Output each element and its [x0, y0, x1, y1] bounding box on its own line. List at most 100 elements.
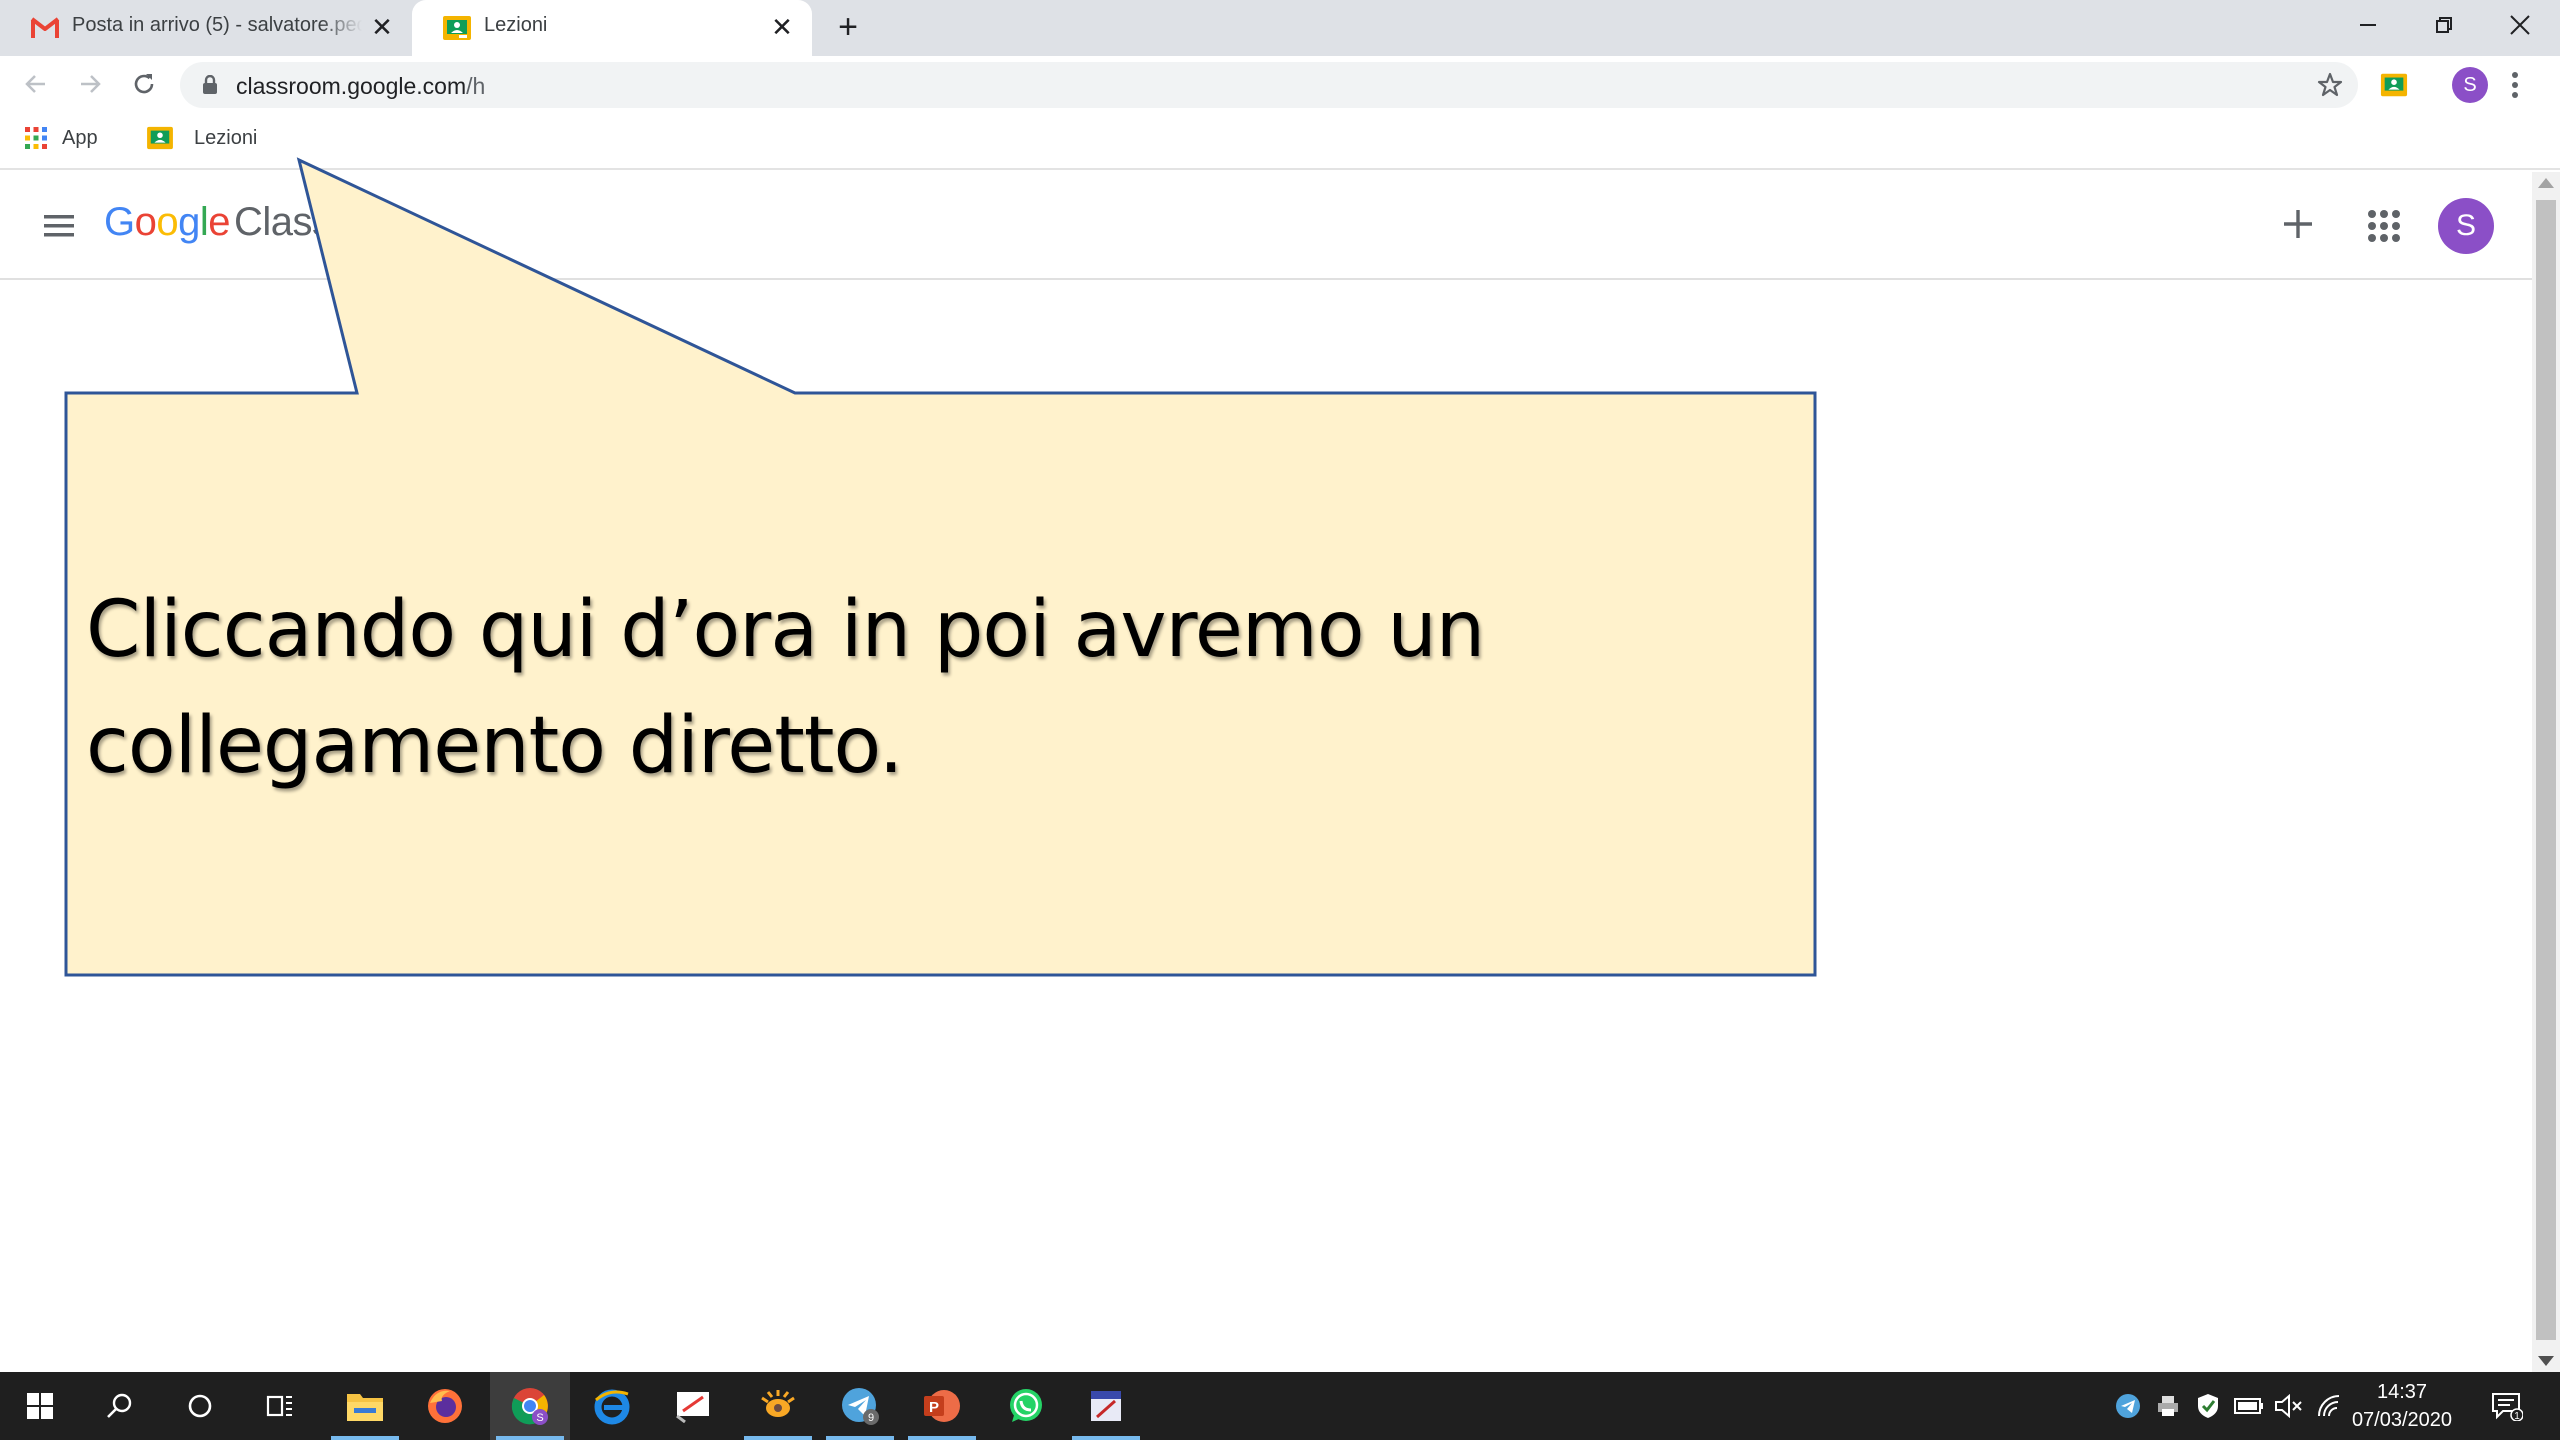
tab-gmail[interactable]: Posta in arrivo (5) - salvatore.pecoraro… [0, 0, 412, 56]
tray-volume[interactable] [2272, 1372, 2306, 1440]
arrow-left-icon [25, 75, 45, 93]
classroom-icon [443, 16, 471, 40]
start-button[interactable] [0, 1372, 80, 1440]
svg-text:S: S [536, 1412, 543, 1424]
taskbar-telegram[interactable]: 9 [820, 1372, 900, 1440]
notification-icon: 1 [2492, 1393, 2523, 1421]
cortana-button[interactable] [160, 1372, 240, 1440]
svg-text:P: P [929, 1399, 939, 1416]
shield-icon [2198, 1394, 2218, 1418]
menu-icon[interactable] [38, 208, 80, 244]
page-scrollbar[interactable] [2532, 172, 2560, 1372]
battery-icon [2234, 1398, 2263, 1414]
reload-button[interactable] [124, 64, 164, 104]
classroom-logo[interactable]: Google Class [104, 200, 332, 245]
firefox-icon [428, 1389, 462, 1423]
clock-time: 14:37 [2376, 1381, 2428, 1403]
callout-text: Cliccando qui d’ora in poi avremo un col… [86, 572, 1786, 804]
tab-lezioni[interactable]: Lezioni ✕ [412, 0, 812, 56]
bookmark-lezioni[interactable]: Lezioni [146, 126, 257, 150]
close-tab-icon[interactable]: ✕ [368, 14, 396, 42]
classroom-icon [147, 126, 173, 150]
restore-icon [2436, 17, 2452, 33]
snipping-tool-icon [1091, 1391, 1121, 1421]
taskbar-whiteboard[interactable] [654, 1372, 734, 1440]
taskbar-file-explorer[interactable] [325, 1372, 405, 1440]
task-view-button[interactable] [240, 1372, 320, 1440]
wifi-icon [2318, 1395, 2340, 1417]
callout-line-2: collegamento diretto. [86, 701, 904, 791]
bookmarks-bar: App Lezioni [0, 114, 2560, 170]
cortana-icon [188, 1394, 212, 1418]
taskbar-chrome[interactable]: S [490, 1372, 570, 1440]
classroom-extension-icon[interactable] [2380, 72, 2408, 98]
address-bar[interactable]: classroom.google.com/h [180, 62, 2358, 108]
gmail-icon [30, 17, 60, 38]
taskbar-whatsapp[interactable] [986, 1372, 1066, 1440]
forward-button[interactable] [70, 64, 110, 104]
add-class-icon[interactable] [2276, 202, 2320, 246]
tray-defender[interactable] [2192, 1372, 2224, 1440]
google-apps-icon[interactable] [2364, 206, 2404, 246]
whiteboard-icon [676, 1392, 709, 1423]
new-tab-button[interactable]: + [830, 10, 866, 46]
bookmark-apps[interactable]: App [24, 126, 98, 150]
taskbar-firefox[interactable] [405, 1372, 485, 1440]
scroll-thumb[interactable] [2536, 200, 2556, 1340]
restore-button[interactable] [2406, 0, 2482, 50]
taskbar-clock[interactable]: 14:37 07/03/2020 [2340, 1378, 2464, 1434]
action-center-button[interactable]: 1 [2484, 1372, 2530, 1440]
windows-taskbar: S 9 P 14:37 07/03/2020 1 [0, 1372, 2560, 1440]
callout-line-1: Cliccando qui d’ora in poi avremo un [86, 585, 1485, 675]
svg-text:1: 1 [2514, 1411, 2520, 1421]
windows-icon [27, 1393, 53, 1419]
logo-product: Class [234, 200, 332, 244]
lock-icon [203, 75, 217, 94]
telegram-icon: 9 [842, 1388, 879, 1425]
tray-printer[interactable] [2152, 1372, 2184, 1440]
clock-date: 07/03/2020 [2351, 1409, 2453, 1431]
powerpoint-icon: P [924, 1390, 960, 1422]
sun-app-icon [761, 1390, 795, 1417]
scroll-up-arrow-icon[interactable] [2538, 178, 2554, 188]
url-text: classroom.google.com/h [236, 73, 485, 100]
close-window-button[interactable] [2482, 0, 2558, 50]
taskbar-snipping[interactable] [1066, 1372, 1146, 1440]
taskbar-edge[interactable] [572, 1372, 652, 1440]
taskbar-powerpoint[interactable]: P [902, 1372, 982, 1440]
volume-muted-icon [2275, 1394, 2302, 1418]
scroll-down-arrow-icon[interactable] [2538, 1356, 2554, 1366]
folder-icon [347, 1394, 383, 1421]
telegram-tray-icon [2116, 1394, 2140, 1418]
url-domain: classroom.google.com [236, 73, 467, 99]
classroom-header: Google Class S [0, 172, 2532, 280]
profile-avatar[interactable]: S [2452, 67, 2488, 103]
minimize-icon [2360, 24, 2376, 26]
tab-strip: Posta in arrivo (5) - salvatore.pecoraro… [0, 0, 2560, 56]
back-button[interactable] [16, 64, 56, 104]
whatsapp-icon [1010, 1389, 1042, 1422]
tray-telegram[interactable] [2112, 1372, 2144, 1440]
apps-grid-icon [25, 127, 47, 149]
account-avatar[interactable]: S [2438, 198, 2494, 254]
browser-toolbar: classroom.google.com/h S [0, 56, 2560, 114]
reload-icon [134, 74, 154, 94]
chrome-icon: S [511, 1388, 548, 1425]
more-vert-icon[interactable] [2510, 70, 2520, 100]
internet-explorer-icon [594, 1389, 630, 1425]
close-icon [2510, 15, 2530, 35]
bookmark-star-icon[interactable] [2316, 71, 2344, 99]
search-button[interactable] [80, 1372, 160, 1440]
printer-icon [2158, 1396, 2178, 1416]
search-icon [107, 1393, 132, 1418]
bookmark-label: App [62, 126, 98, 149]
taskbar-app-sun[interactable] [738, 1372, 818, 1440]
url-path: /h [466, 73, 486, 99]
minimize-button[interactable] [2330, 0, 2406, 50]
close-tab-icon[interactable]: ✕ [768, 14, 796, 42]
tab-title: Lezioni [484, 14, 548, 36]
tray-battery[interactable] [2232, 1372, 2266, 1440]
task-view-icon [266, 1395, 292, 1417]
tab-title: Posta in arrivo (5) - salvatore.pecoraro [72, 14, 362, 36]
logo-google: Google [104, 200, 231, 244]
